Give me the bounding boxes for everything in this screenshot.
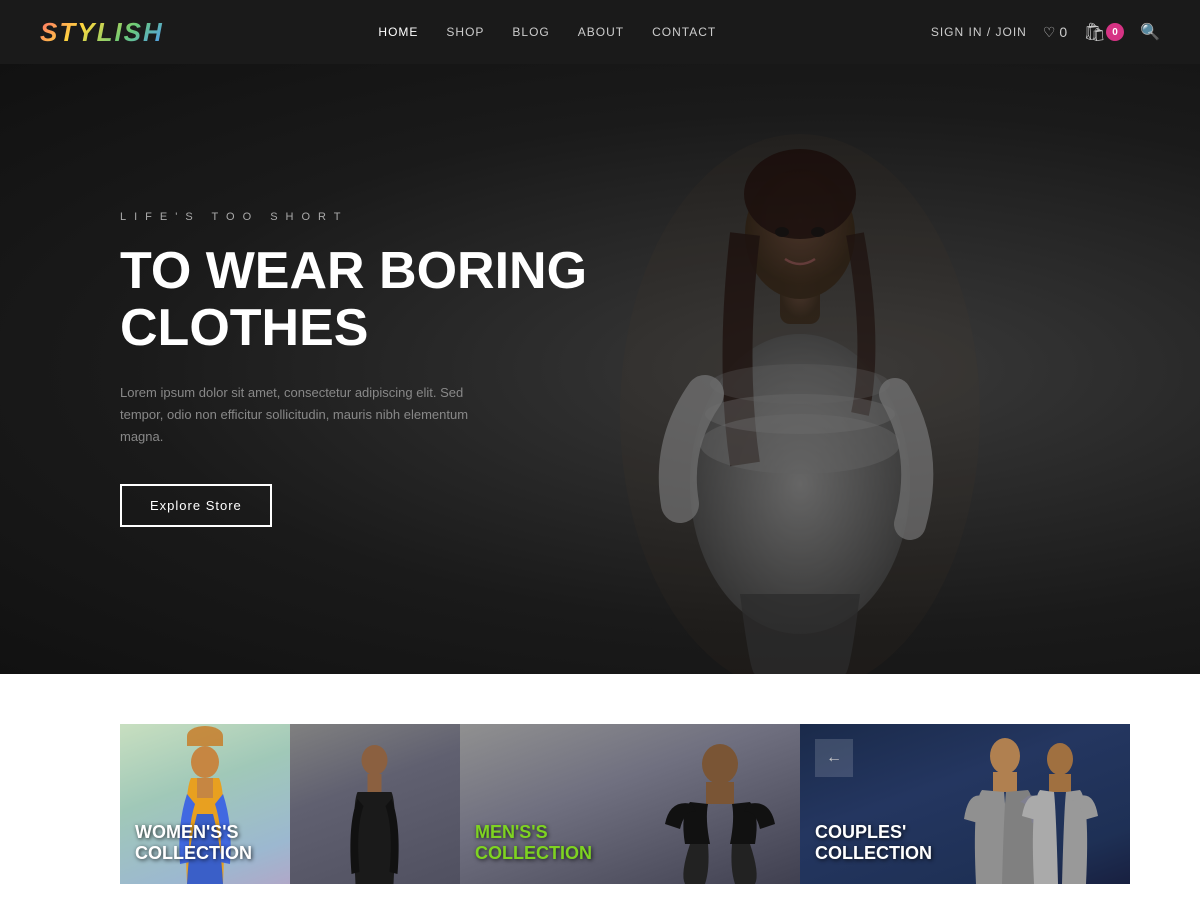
- cart-icon[interactable]: 🛍: [1083, 22, 1106, 43]
- nav-item-home[interactable]: HOME: [378, 23, 418, 41]
- mens-collection-card[interactable]: Men's's Collection: [460, 724, 800, 884]
- nav-link-blog[interactable]: BLOG: [512, 25, 549, 39]
- nav-item-about[interactable]: ABOUT: [578, 23, 624, 41]
- cart-container: 🛍 0: [1083, 22, 1124, 43]
- nav-link-about[interactable]: ABOUT: [578, 25, 624, 39]
- mens-figure: [660, 744, 780, 884]
- signin-link[interactable]: SIGN IN / JOIN: [931, 25, 1027, 39]
- nav-item-shop[interactable]: SHOP: [446, 23, 484, 41]
- wishlist-button[interactable]: ♡ 0: [1043, 24, 1067, 41]
- mens-label: Men's's Collection: [475, 822, 592, 864]
- heart-icon: ♡: [1043, 24, 1056, 41]
- hero-title-line1: TO WEAR BORING: [120, 242, 587, 300]
- nav-item-blog[interactable]: BLOG: [512, 23, 549, 41]
- hero-model-image: [500, 64, 1100, 674]
- hero-title-line2: CLOTHES: [120, 299, 368, 357]
- couples-label: Couples' Collection: [815, 822, 932, 864]
- womens-label: Women's's Collection: [135, 822, 252, 864]
- nav-links: HOME SHOP BLOG ABOUT CONTACT: [378, 23, 716, 41]
- womens-collection-card[interactable]: Women's's Collection: [120, 724, 460, 884]
- search-button[interactable]: 🔍: [1140, 22, 1160, 42]
- hero-tagline: LIFE'S TOO SHORT: [120, 211, 587, 223]
- search-icon: 🔍: [1140, 24, 1160, 41]
- nav-actions: SIGN IN / JOIN ♡ 0 🛍 0 🔍: [931, 22, 1160, 43]
- nav-link-contact[interactable]: CONTACT: [652, 25, 716, 39]
- hero-content: LIFE'S TOO SHORT TO WEAR BORING CLOTHES …: [0, 211, 587, 527]
- cart-badge: 0: [1106, 23, 1124, 41]
- nav-item-contact[interactable]: CONTACT: [652, 23, 716, 41]
- brand-logo[interactable]: STYLISH: [40, 17, 164, 48]
- hero-section: LIFE'S TOO SHORT TO WEAR BORING CLOTHES …: [0, 64, 1200, 674]
- nav-link-home[interactable]: HOME: [378, 25, 418, 39]
- arrow-sign: ←: [815, 739, 853, 777]
- explore-store-button[interactable]: Explore Store: [120, 484, 272, 527]
- navbar: STYLISH HOME SHOP BLOG ABOUT CONTACT SIG…: [0, 0, 1200, 64]
- couples-figures: [960, 734, 1100, 884]
- nav-link-shop[interactable]: SHOP: [446, 25, 484, 39]
- collections-section: Women's's Collection: [0, 674, 1200, 884]
- hero-title: TO WEAR BORING CLOTHES: [120, 243, 587, 357]
- man-silhouette: [348, 744, 403, 884]
- wishlist-count: 0: [1059, 24, 1067, 40]
- hero-description: Lorem ipsum dolor sit amet, consectetur …: [120, 382, 500, 448]
- collection-cards-container: Women's's Collection: [0, 724, 1200, 884]
- couples-collection-card[interactable]: ←: [800, 724, 1130, 884]
